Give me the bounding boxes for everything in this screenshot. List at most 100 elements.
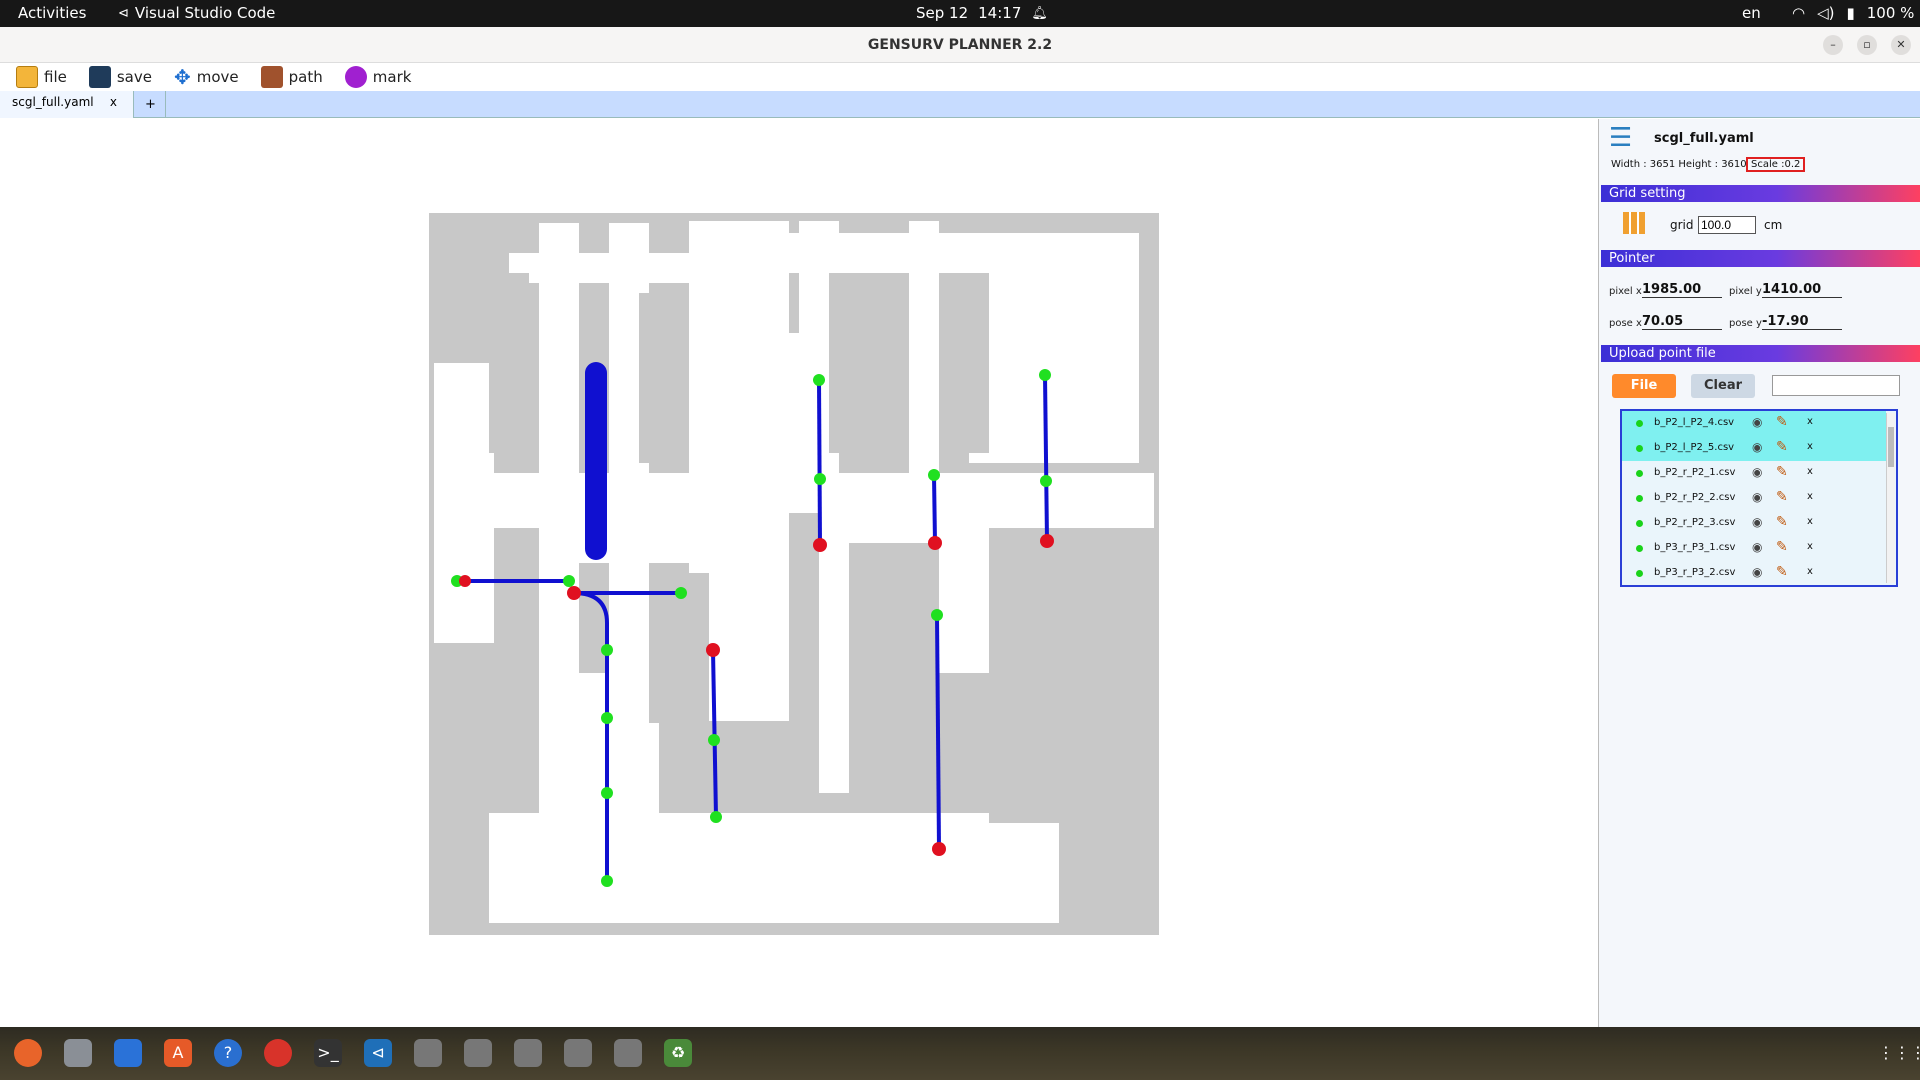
pixel-x-label: pixel x: [1609, 286, 1642, 297]
eye-icon[interactable]: ◉: [1752, 565, 1762, 579]
writer-icon[interactable]: [114, 1039, 142, 1067]
list-item[interactable]: b_P2_l_P2_5.csv ◉ ✎ x: [1622, 436, 1886, 461]
delete-button[interactable]: x: [1807, 516, 1813, 527]
disk-icon-1[interactable]: [464, 1039, 492, 1067]
map-canvas-area[interactable]: [0, 119, 1598, 1027]
input-language[interactable]: en: [1742, 4, 1761, 22]
mark-button[interactable]: mark: [344, 66, 411, 88]
occupancy-map[interactable]: [429, 213, 1159, 935]
pencil-icon[interactable]: ✎: [1776, 514, 1788, 530]
volume-icon: ◁): [1817, 4, 1835, 22]
list-item[interactable]: b_P2_r_P2_1.csv ◉ ✎ x: [1622, 461, 1886, 486]
help-icon[interactable]: ?: [214, 1039, 242, 1067]
eye-icon[interactable]: ◉: [1752, 440, 1762, 454]
status-dot: [1636, 570, 1643, 577]
list-scrollbar[interactable]: [1886, 413, 1895, 583]
trash-icon[interactable]: ♻: [664, 1039, 692, 1067]
pencil-icon[interactable]: ✎: [1776, 489, 1788, 505]
file-name: b_P2_r_P2_3.csv: [1654, 517, 1736, 528]
scroll-thumb[interactable]: [1888, 427, 1894, 467]
eye-icon[interactable]: ◉: [1752, 515, 1762, 529]
pencil-icon[interactable]: ✎: [1776, 564, 1788, 580]
battery-level: 100 %: [1866, 4, 1915, 22]
pose-y-label: pose y: [1729, 318, 1762, 329]
status-dot: [1636, 445, 1643, 452]
path-button[interactable]: path: [260, 66, 323, 88]
app-center-icon[interactable]: A: [164, 1039, 192, 1067]
eye-icon[interactable]: ◉: [1752, 490, 1762, 504]
status-dot: [1636, 545, 1643, 552]
list-item[interactable]: b_P2_r_P2_2.csv ◉ ✎ x: [1622, 486, 1886, 511]
save-label: save: [116, 68, 152, 86]
move-arrows-icon: ✥: [173, 65, 191, 89]
pencil-icon[interactable]: ✎: [1776, 439, 1788, 455]
files-icon[interactable]: [64, 1039, 92, 1067]
list-item[interactable]: b_P2_l_P2_4.csv ◉ ✎ x: [1622, 411, 1886, 436]
vscode-dock-icon[interactable]: ⊲: [364, 1039, 392, 1067]
chrome-icon[interactable]: [264, 1039, 292, 1067]
eye-icon[interactable]: ◉: [1752, 540, 1762, 554]
list-item[interactable]: b_P3_r_P3_1.csv ◉ ✎ x: [1622, 536, 1886, 561]
scale-badge: Scale :0.2: [1746, 157, 1806, 172]
list-item[interactable]: b_P3_r_P3_2.csv ◉ ✎ x: [1622, 561, 1886, 585]
status-dot: [1636, 420, 1643, 427]
file-upload-button[interactable]: File: [1612, 374, 1676, 398]
disk-icon-3[interactable]: [564, 1039, 592, 1067]
disk-icon-2[interactable]: [514, 1039, 542, 1067]
point-file-list[interactable]: b_P2_l_P2_4.csv ◉ ✎ x b_P2_l_P2_5.csv ◉ …: [1620, 409, 1898, 587]
document-tab-bar: scgl_full.yaml x +: [0, 91, 1920, 118]
disk-icon-4[interactable]: [614, 1039, 642, 1067]
clear-button[interactable]: Clear: [1691, 374, 1755, 398]
save-button[interactable]: save: [88, 66, 152, 88]
add-tab-button[interactable]: +: [136, 91, 166, 118]
usb-drive-icon[interactable]: [414, 1039, 442, 1067]
pencil-icon[interactable]: ✎: [1776, 464, 1788, 480]
file-label: file: [44, 68, 67, 86]
window-titlebar: GENSURV PLANNER 2.2 – ▫ ✕: [0, 27, 1920, 63]
pencil-icon[interactable]: ✎: [1776, 414, 1788, 430]
clock[interactable]: Sep 12 14:17 🔔︎: [916, 4, 1048, 22]
clock-date: Sep 12: [916, 4, 969, 22]
show-apps-icon[interactable]: ⋮⋮⋮: [1878, 1039, 1920, 1067]
vscode-icon: ⊲: [118, 5, 129, 21]
floppy-disk-icon: [88, 66, 111, 88]
activities-button[interactable]: Activities: [18, 4, 86, 22]
file-menu-button[interactable]: file: [16, 66, 67, 88]
pixel-y-value: 1410.00: [1762, 282, 1842, 298]
file-name: b_P2_l_P2_4.csv: [1654, 417, 1735, 428]
focused-app-menu[interactable]: ⊲ Visual Studio Code: [118, 4, 275, 22]
bell-icon: 🔔︎: [1031, 5, 1048, 21]
status-dot: [1636, 495, 1643, 502]
close-window-button[interactable]: ✕: [1891, 35, 1911, 55]
clock-time: 14:17: [978, 4, 1022, 22]
system-tray[interactable]: ◠ ◁) ▮ 100 %: [1792, 4, 1914, 22]
move-button[interactable]: ✥ move: [174, 65, 239, 89]
list-item[interactable]: b_P2_r_P2_3.csv ◉ ✎ x: [1622, 511, 1886, 536]
main-toolbar: file save ✥ move path mark: [0, 63, 1920, 91]
file-name: b_P3_r_P3_1.csv: [1654, 542, 1736, 553]
eye-icon[interactable]: ◉: [1752, 465, 1762, 479]
minimize-button[interactable]: –: [1823, 35, 1843, 55]
maximize-button[interactable]: ▫: [1857, 35, 1877, 55]
file-path-input[interactable]: [1772, 375, 1900, 396]
eye-icon[interactable]: ◉: [1752, 415, 1762, 429]
delete-button[interactable]: x: [1807, 541, 1813, 552]
delete-button[interactable]: x: [1807, 466, 1813, 477]
grid-size-input[interactable]: [1698, 216, 1756, 234]
tab-close-button[interactable]: x: [110, 91, 117, 114]
delete-button[interactable]: x: [1807, 491, 1813, 502]
pose-x-label: pose x: [1609, 318, 1642, 329]
tab-scgl-full[interactable]: scgl_full.yaml x: [0, 91, 134, 118]
delete-button[interactable]: x: [1807, 441, 1813, 452]
delete-button[interactable]: x: [1807, 416, 1813, 427]
pencil-icon[interactable]: ✎: [1776, 539, 1788, 555]
firefox-icon[interactable]: [14, 1039, 42, 1067]
wifi-icon: ◠: [1792, 4, 1806, 22]
location-pin-icon: [344, 66, 367, 88]
battery-icon: ▮: [1846, 4, 1855, 22]
properties-panel: ☰ scgl_full.yaml Width : 3651 Height : 3…: [1598, 119, 1920, 1027]
folder-icon: [16, 66, 38, 88]
terminal-icon[interactable]: >_: [314, 1039, 342, 1067]
tab-label: scgl_full.yaml: [12, 95, 94, 109]
delete-button[interactable]: x: [1807, 566, 1813, 577]
